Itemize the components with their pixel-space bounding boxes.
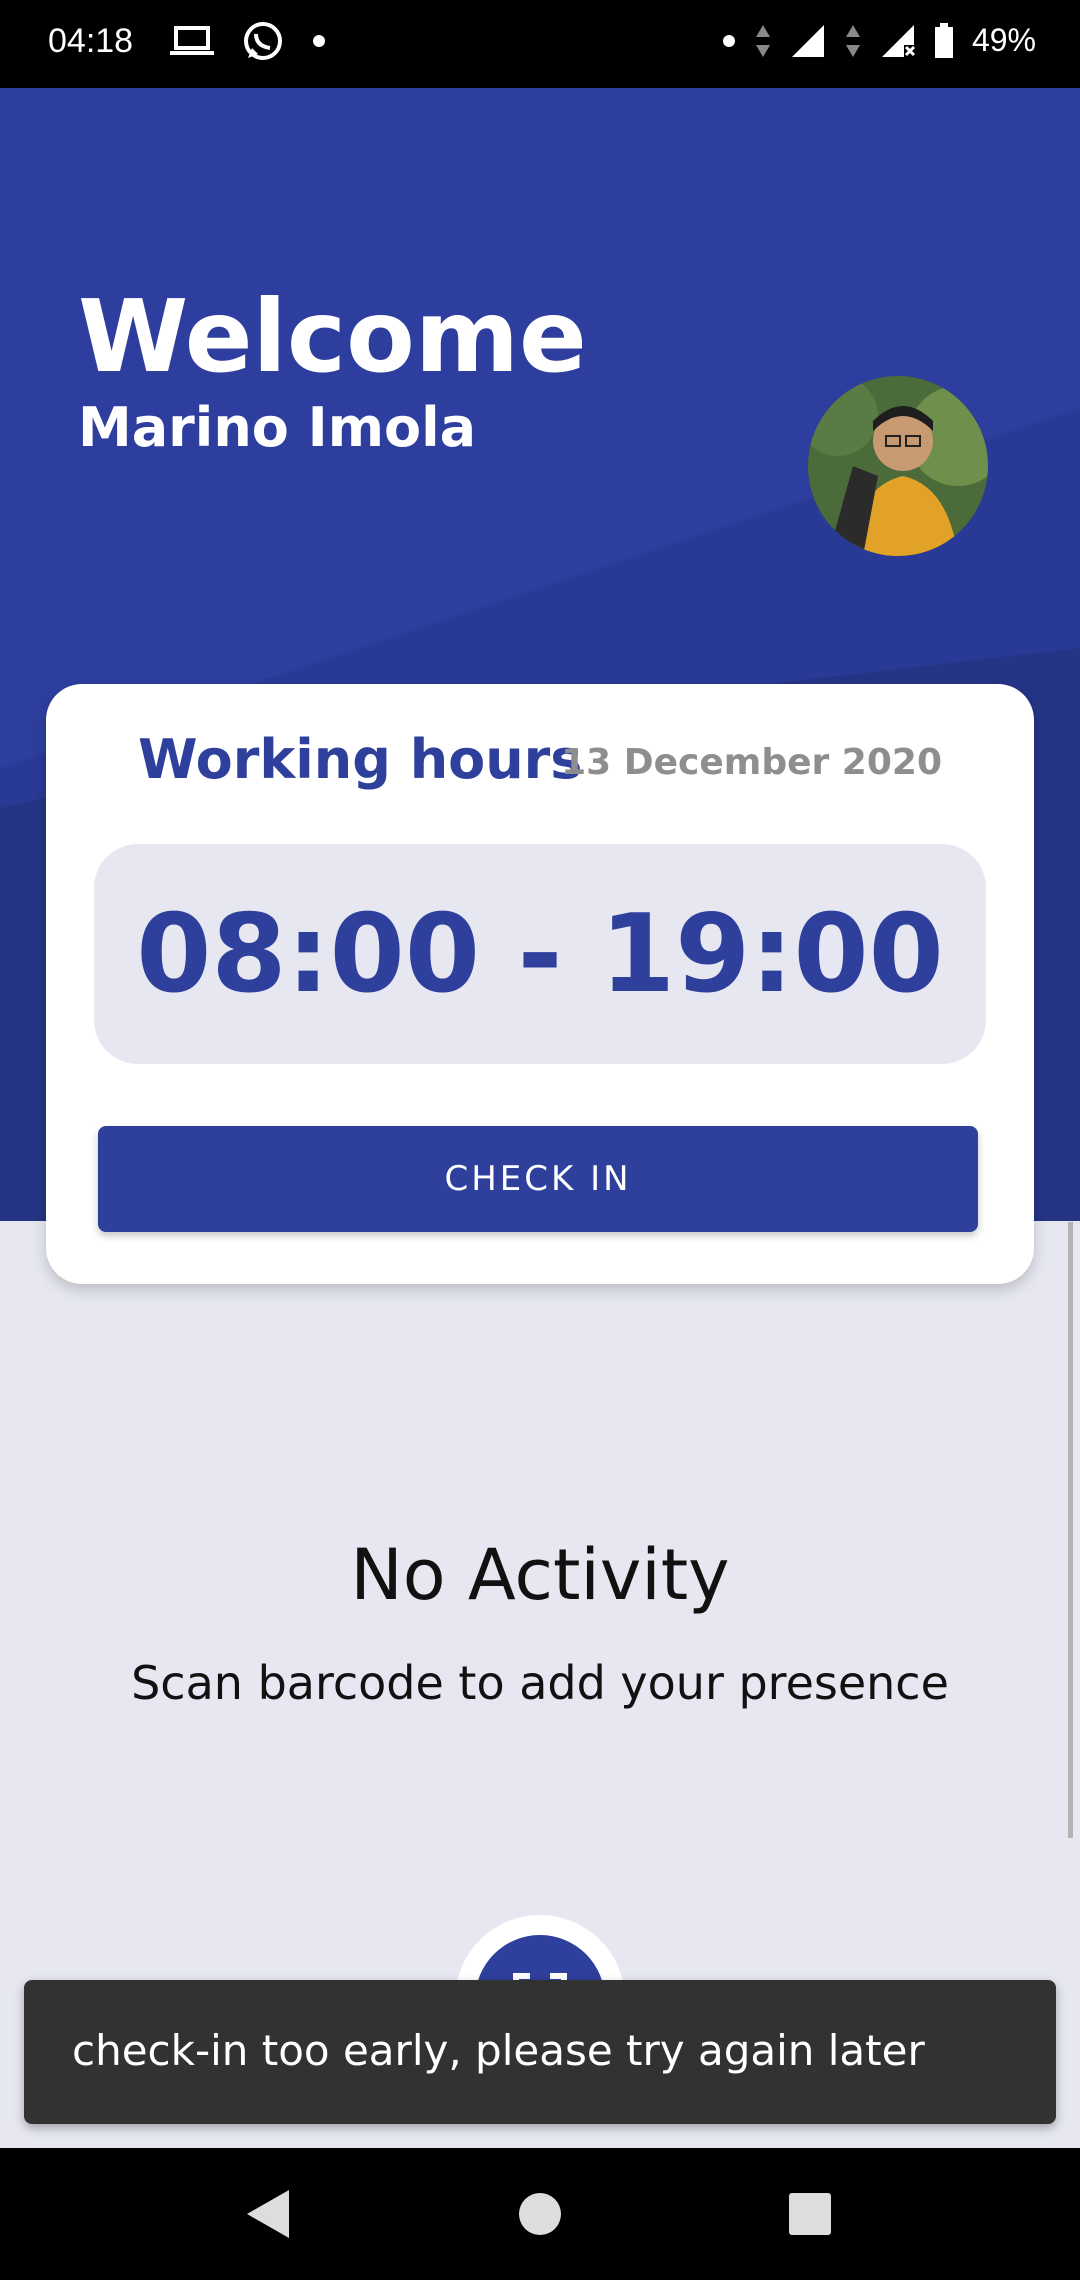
- recents-icon: [789, 2193, 831, 2235]
- battery-percent: 49%: [971, 22, 1036, 58]
- back-button[interactable]: [188, 2148, 348, 2280]
- data-arrows-icon: [845, 24, 860, 57]
- navigation-bar: [0, 2148, 1080, 2280]
- time-range: 08:00 - 19:00: [136, 891, 944, 1017]
- whatsapp-icon: [244, 22, 282, 60]
- recents-button[interactable]: [730, 2148, 890, 2280]
- snackbar-message: check-in too early, please try again lat…: [72, 2026, 925, 2075]
- dot-icon: [313, 35, 325, 47]
- signal-icon: [791, 24, 824, 57]
- welcome-title: Welcome: [78, 278, 587, 395]
- working-hours-card: Working hours 13 December 2020 08:00 - 1…: [46, 684, 1034, 1284]
- scrollbar[interactable]: [1068, 1222, 1073, 1838]
- working-hours-date: 13 December 2020: [561, 742, 942, 783]
- empty-state-title: No Activity: [350, 1534, 730, 1616]
- home-button[interactable]: [460, 2148, 620, 2280]
- snackbar: check-in too early, please try again lat…: [24, 1980, 1056, 2124]
- home-icon: [519, 2193, 561, 2235]
- laptop-icon: [170, 26, 214, 55]
- avatar[interactable]: [808, 376, 988, 556]
- battery-icon: [934, 22, 953, 58]
- user-name: Marino Imola: [78, 396, 477, 459]
- back-icon: [247, 2190, 289, 2238]
- time-range-box: 08:00 - 19:00: [94, 844, 986, 1064]
- data-arrows-icon: [755, 24, 770, 57]
- dot-icon: [722, 34, 735, 47]
- working-hours-title: Working hours: [138, 728, 583, 791]
- empty-state-subtitle: Scan barcode to add your presence: [131, 1656, 949, 1710]
- status-time: 04:18: [48, 22, 134, 60]
- status-bar: 04:18 49%: [0, 0, 1080, 88]
- signal-no-data-icon: [881, 24, 916, 57]
- check-in-button[interactable]: CHECK IN: [98, 1126, 978, 1232]
